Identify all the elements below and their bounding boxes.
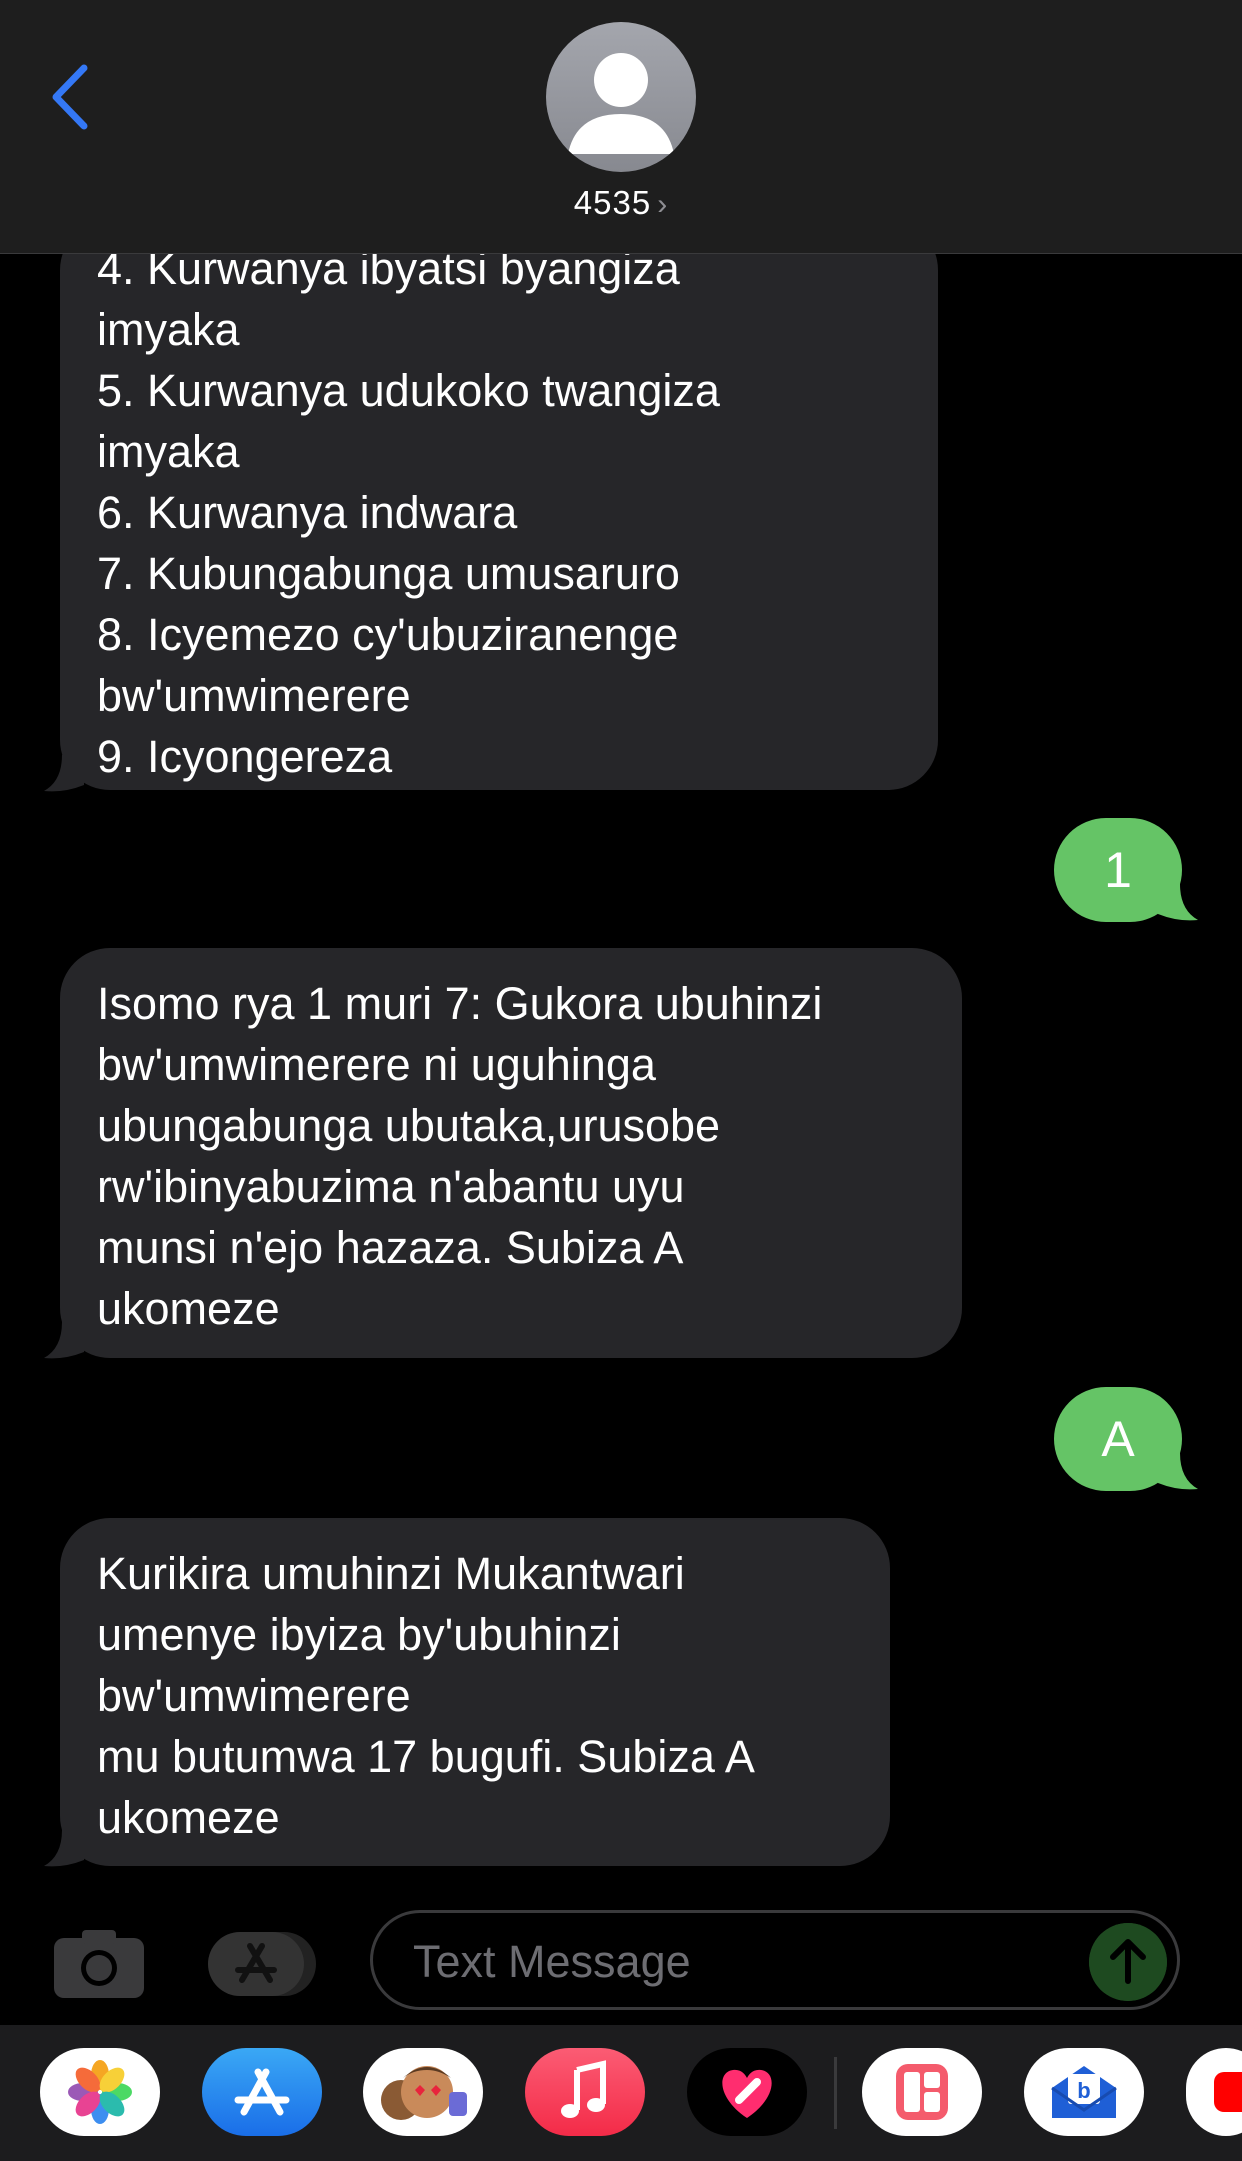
widget-app-icon[interactable] [862, 2048, 982, 2136]
photos-icon[interactable] [40, 2048, 160, 2136]
svg-text:b: b [1077, 2078, 1090, 2103]
bubble-tail [1158, 884, 1198, 921]
music-icon[interactable] [525, 2048, 645, 2136]
chevron-right-icon: › [657, 188, 669, 221]
app-store-icon[interactable] [208, 1928, 318, 2000]
imessage-app-strip: b [0, 2025, 1242, 2161]
fitness-heart-icon[interactable] [687, 2048, 807, 2136]
message-thread[interactable]: 4. Kurwanya ibyatsi byangiza imyaka 5. K… [0, 0, 1242, 1880]
avatar[interactable] [546, 22, 696, 172]
person-icon [568, 53, 674, 154]
incoming-message[interactable]: Kurikira umuhinzi Mukantwari umenye ibyi… [60, 1518, 890, 1866]
divider [834, 2057, 837, 2129]
bubble-tail [44, 1322, 84, 1359]
app-store-icon[interactable] [202, 2048, 322, 2136]
mail-app-icon[interactable]: b [1024, 2048, 1144, 2136]
bubble-tail [44, 1830, 84, 1867]
contact-number: 4535 [573, 184, 652, 221]
partial-app-icon[interactable] [1186, 2048, 1242, 2136]
incoming-message[interactable]: Isomo rya 1 muri 7: Gukora ubuhinzi bw'u… [60, 948, 962, 1358]
compose-bar [0, 1880, 1242, 2025]
message-input-field[interactable] [370, 1910, 1180, 2010]
memoji-icon[interactable] [363, 2048, 483, 2136]
chevron-left-icon[interactable] [46, 62, 96, 132]
incoming-message[interactable]: 4. Kurwanya ibyatsi byangiza imyaka 5. K… [60, 220, 938, 790]
bubble-tail [1158, 1453, 1198, 1490]
contact-name[interactable]: 4535 › [0, 184, 1242, 222]
bubble-tail [44, 755, 84, 792]
message-input[interactable] [411, 1931, 1055, 1993]
camera-icon[interactable] [52, 1928, 146, 2000]
send-arrow-icon[interactable] [1089, 1923, 1167, 2001]
conversation-header: 4535 › [0, 0, 1242, 254]
